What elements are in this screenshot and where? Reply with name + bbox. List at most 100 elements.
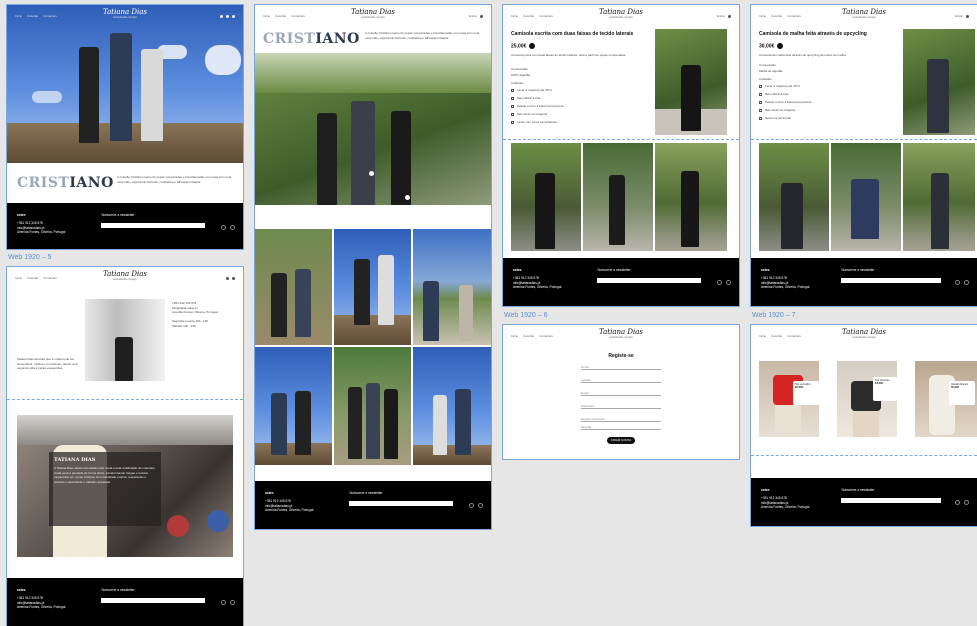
search-icon[interactable] — [220, 14, 223, 18]
cart-icon[interactable] — [232, 276, 235, 280]
product-card[interactable]: Vestido branco 35,00€ — [915, 361, 977, 437]
frame-home: Início Coleção Contactos Tatiana Dias sus… — [6, 4, 244, 250]
facebook-icon[interactable] — [964, 280, 969, 285]
product-main-photo — [903, 29, 975, 135]
care-item: Lavar com cores semelhantes — [511, 120, 557, 124]
care-item: Não utilizar lixívia — [511, 96, 540, 100]
facebook-icon[interactable] — [964, 500, 969, 505]
nav-link-home[interactable]: Início — [759, 334, 766, 338]
nav-link-collection[interactable]: Coleção — [275, 14, 286, 18]
nav-link-contacts[interactable]: Contactos — [43, 276, 57, 280]
designer-bio-card: TATIANA DIAS A Tatiana Dias nasceu da pa… — [49, 452, 161, 526]
composition-label: Composição — [759, 63, 776, 67]
newsletter-input[interactable] — [101, 223, 206, 228]
cart-icon[interactable] — [966, 14, 969, 18]
instagram-icon[interactable] — [221, 225, 226, 230]
brand-logo[interactable]: Tatiana Dias sustainable design — [103, 271, 147, 282]
top-nav: Início Coleção Contactos Tatiana Dias susta… — [255, 5, 491, 27]
add-to-cart-icon[interactable] — [777, 43, 784, 49]
brand-logo[interactable]: Tatiana Dias sustainable design — [842, 9, 886, 20]
newsletter-label: Subscreve a newsletter — [101, 213, 135, 217]
nav-link-collection[interactable]: Coleção — [27, 14, 38, 18]
nav-link-contacts[interactable]: Contactos — [539, 334, 553, 338]
newsletter-input[interactable] — [597, 278, 702, 283]
search-icon[interactable] — [226, 276, 229, 280]
footer: sobre +351 912 345 678 info@tatianadias.pt… — [7, 203, 243, 249]
nav-link-collection[interactable]: Coleção — [523, 14, 534, 18]
facebook-icon[interactable] — [230, 225, 235, 230]
nav-link-home[interactable]: Início — [759, 14, 766, 18]
add-to-cart-icon[interactable] — [529, 43, 536, 49]
care-item: Não secar na máquina — [511, 112, 547, 116]
composition-value: 100% algodão — [511, 73, 531, 77]
nav-link-contacts[interactable]: Contactos — [787, 14, 801, 18]
top-nav: Início Coleção Contactos Tatiana Dias susta… — [751, 5, 977, 27]
facebook-icon[interactable] — [726, 280, 731, 285]
designer-portrait — [85, 299, 165, 381]
product-card[interactable]: Top cinzento 18,00€ — [837, 361, 897, 437]
cart-icon[interactable] — [480, 14, 483, 18]
nav-link-home[interactable]: Início — [511, 334, 518, 338]
user-icon[interactable] — [226, 14, 229, 18]
cart-icon[interactable] — [232, 14, 235, 18]
login-link[interactable]: Entrar — [717, 14, 725, 18]
newsletter-input[interactable] — [841, 278, 941, 283]
nav-link-contacts[interactable]: Contactos — [43, 14, 57, 18]
facebook-icon[interactable] — [478, 503, 483, 508]
brand-logo[interactable]: Tatiana Dias sustainable design — [103, 9, 147, 20]
hotspot-icon[interactable] — [405, 195, 410, 200]
email-field[interactable]: Email — [581, 391, 661, 396]
product-price: 30,00€ — [759, 43, 784, 49]
nav-link-contacts[interactable]: Contactos — [539, 14, 553, 18]
nav-link-home[interactable]: Início — [511, 14, 518, 18]
newsletter-input[interactable] — [841, 498, 941, 503]
care-label: Cuidados — [511, 81, 524, 85]
care-item: Secar na horizontal — [759, 116, 791, 120]
login-link[interactable]: Entrar — [469, 14, 477, 18]
nav-link-home[interactable]: Início — [15, 14, 22, 18]
nav-link-home[interactable]: Início — [263, 14, 270, 18]
brand-logo[interactable]: Tatiana Dias sustainable design — [599, 9, 643, 20]
nav-link-collection[interactable]: Coleção — [523, 334, 534, 338]
facebook-icon[interactable] — [230, 600, 235, 605]
footer: sobre +351 912 345 678 info@tatianadias.pt… — [503, 258, 739, 306]
frame-collection: Início Coleção Contactos Tatiana Dias susta… — [254, 4, 492, 530]
brand-logo[interactable]: Tatiana Dias sustainable design — [842, 329, 886, 340]
product-main-photo — [655, 29, 727, 135]
login-link[interactable]: Entrar — [955, 14, 963, 18]
nav-link-collection[interactable]: Coleção — [27, 276, 38, 280]
create-account-button[interactable]: CRIAR CONTA — [607, 437, 635, 444]
cart-icon[interactable] — [728, 14, 731, 18]
instagram-icon[interactable] — [221, 600, 226, 605]
brand-logo[interactable]: Tatiana Dias sustainable design — [599, 329, 643, 340]
top-nav: Início Coleção Contactos Tatiana Dias susta… — [503, 5, 739, 27]
about-quote: Tatiana Dias acredita que a moda pode se… — [17, 357, 78, 370]
composition-label: Composição — [511, 67, 528, 71]
nav-link-contacts[interactable]: Contactos — [787, 334, 801, 338]
nav-link-home[interactable]: Início — [15, 276, 22, 280]
instagram-icon[interactable] — [469, 503, 474, 508]
nav-link-collection[interactable]: Coleção — [771, 334, 782, 338]
brand-logo[interactable]: Tatiana Dias sustainable design — [351, 9, 395, 20]
product-card[interactable]: Top vermelho 20,00€ — [759, 361, 819, 437]
instagram-icon[interactable] — [955, 280, 960, 285]
care-label: Cuidados — [759, 77, 772, 81]
product-price: 20,00€ — [795, 386, 803, 390]
newsletter-input[interactable] — [101, 598, 206, 603]
product-title: Camisola escrita com duas faixas de teci… — [511, 31, 634, 37]
password-field[interactable]: Password — [581, 404, 661, 409]
product-price: 25,00€ — [511, 43, 536, 49]
instagram-icon[interactable] — [955, 500, 960, 505]
nav-link-collection[interactable]: Coleção — [771, 14, 782, 18]
hero-photo — [7, 5, 243, 163]
repeat-password-field[interactable]: Repetir password — [581, 417, 661, 422]
top-nav: Início Coleção Contactos Tatiana Dias susta… — [751, 325, 977, 347]
address-field[interactable]: Morada — [581, 425, 661, 430]
nav-link-contacts[interactable]: Contactos — [291, 14, 305, 18]
instagram-icon[interactable] — [717, 280, 722, 285]
hotspot-icon[interactable] — [369, 171, 374, 176]
newsletter-input[interactable] — [349, 501, 454, 506]
footer: sobre +351 912 345 678 info@tatianadias.pt… — [255, 481, 491, 529]
surname-field[interactable]: Apelido — [581, 378, 661, 383]
name-field[interactable]: Nome — [581, 365, 661, 370]
